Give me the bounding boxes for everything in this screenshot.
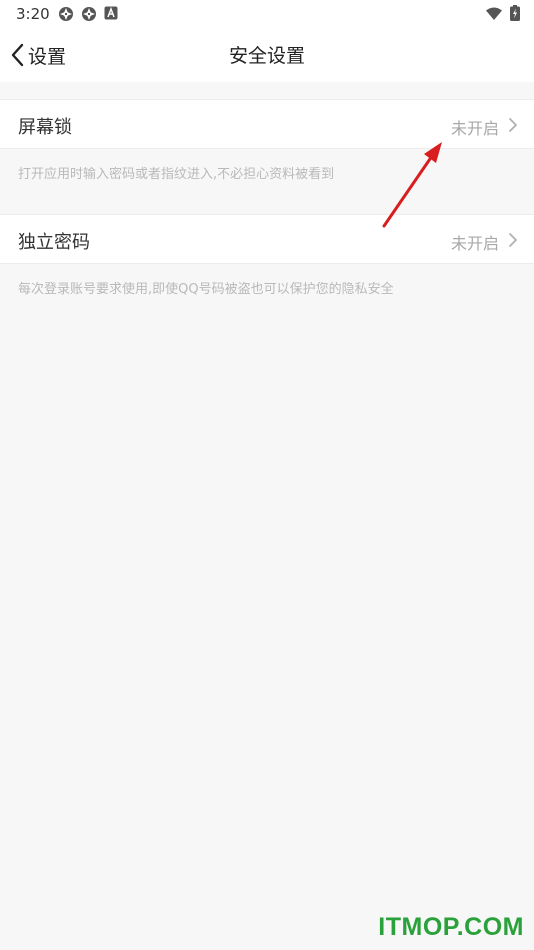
wifi-icon xyxy=(486,7,502,20)
page-title: 安全设置 xyxy=(228,45,305,67)
status-bar: 3:20 xyxy=(0,0,534,28)
app-notification-icon xyxy=(59,7,73,21)
app-notification-icon xyxy=(82,7,96,21)
font-a-icon xyxy=(104,6,118,20)
independent-password-status: 未开启 xyxy=(450,234,499,253)
screen-lock-row[interactable]: 屏幕锁 未开启 xyxy=(0,99,534,149)
battery-charging-icon xyxy=(510,5,520,21)
navigation-bar: 设置 安全设置 xyxy=(0,28,534,82)
screen-lock-label: 屏幕锁 xyxy=(18,117,72,138)
notification-icons xyxy=(58,6,118,22)
watermark-logo: ITMOP.COM xyxy=(378,913,524,941)
screen-lock-status: 未开启 xyxy=(450,119,499,138)
chevron-right-icon xyxy=(509,118,517,132)
independent-password-description: 每次登录账号要求使用,即使QQ号码被盗也可以保护您的隐私安全 xyxy=(18,282,394,297)
status-time: 3:20 xyxy=(16,5,50,23)
independent-password-row[interactable]: 独立密码 未开启 xyxy=(0,214,534,264)
system-icons xyxy=(486,5,520,21)
chevron-right-icon xyxy=(509,233,517,247)
annotation-arrow-icon xyxy=(382,142,442,228)
security-settings-screen: 3:20 设置 安全设置 屏幕锁 未开启 打开应用时输入密码或者指纹进入,不必担… xyxy=(0,0,534,950)
screen-lock-description: 打开应用时输入密码或者指纹进入,不必担心资料被看到 xyxy=(18,167,335,182)
independent-password-label: 独立密码 xyxy=(18,232,90,253)
